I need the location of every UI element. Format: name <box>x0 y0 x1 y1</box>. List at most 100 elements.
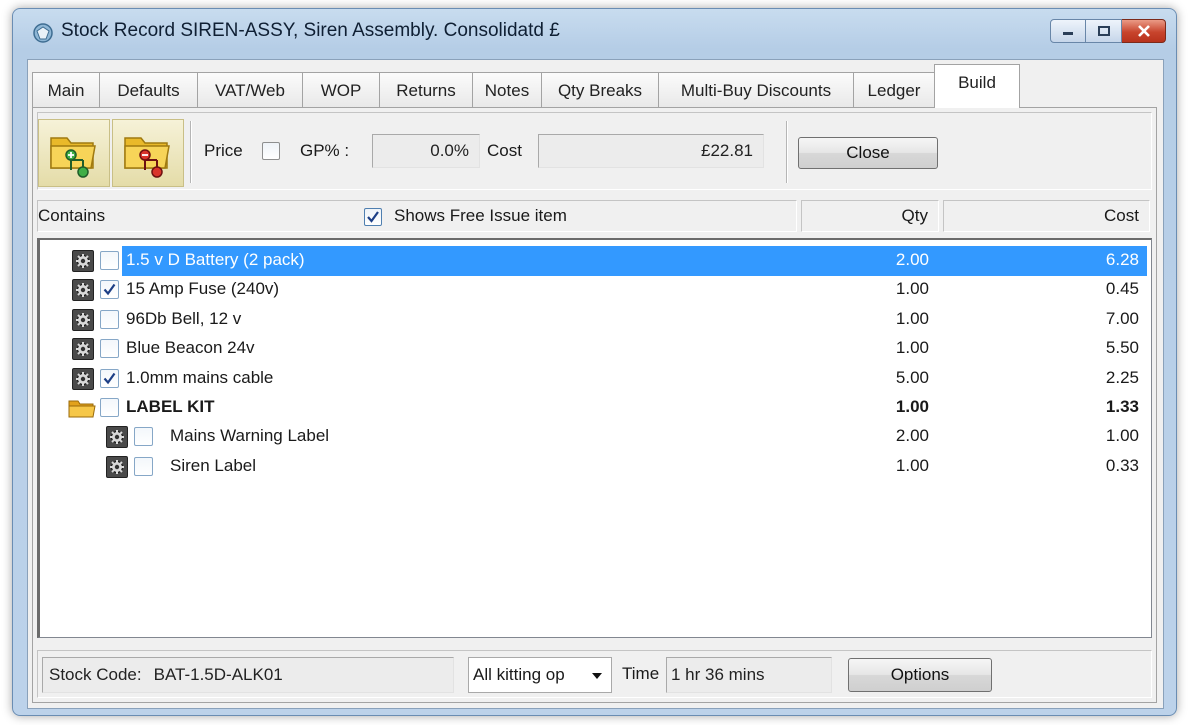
contains-header-label: Contains <box>38 206 106 225</box>
item-qty: 1.00 <box>895 308 929 328</box>
item-cost: 1.00 <box>1105 426 1139 446</box>
tree-row[interactable]: 1.0mm mains cable 5.00 2.25 <box>40 364 1151 394</box>
tab-label: Returns <box>396 80 456 100</box>
item-checkbox[interactable] <box>100 339 119 359</box>
item-cost: 5.50 <box>1105 338 1139 358</box>
gp-percent-value: 0.0% <box>430 141 469 160</box>
tab-label: WOP <box>320 80 362 100</box>
item-checkbox[interactable] <box>100 280 119 300</box>
tab-main[interactable]: Main <box>32 72 100 108</box>
checkmark-icon <box>103 372 116 384</box>
item-settings-button[interactable] <box>72 308 94 331</box>
item-settings-button[interactable] <box>72 338 94 361</box>
time-field: 1 hr 36 mins <box>666 657 832 693</box>
item-qty: 2.00 <box>895 426 929 446</box>
tab-label: Defaults <box>117 80 180 100</box>
kitting-select[interactable]: All kitting op <box>468 657 612 693</box>
tab-qty-breaks[interactable]: Qty Breaks <box>541 72 659 108</box>
tree-row[interactable]: Blue Beacon 24v 1.00 5.50 <box>40 334 1151 364</box>
gear-icon <box>110 459 124 474</box>
build-toolbar: Price GP% : 0.0% Cost £22.81 Close <box>37 112 1152 190</box>
stock-code-field: Stock Code: BAT-1.5D-ALK01 <box>42 657 454 693</box>
item-checkbox[interactable] <box>100 309 119 329</box>
status-bar: Stock Code: BAT-1.5D-ALK01 All kitting o… <box>37 650 1152 698</box>
restore-icon <box>1097 26 1110 36</box>
item-settings-button[interactable] <box>106 426 128 449</box>
tab-label: Qty Breaks <box>557 80 643 100</box>
kit-folder[interactable] <box>68 397 96 419</box>
cost-header-label: Cost <box>1104 206 1139 225</box>
contains-header: Contains Shows Free Issue item <box>37 200 797 232</box>
checkmark-icon <box>103 284 116 296</box>
tab-wop[interactable]: WOP <box>302 72 380 108</box>
item-name: 15 Amp Fuse (240v) <box>126 279 280 299</box>
gear-icon <box>76 283 90 298</box>
gp-percent-field: 0.0% <box>372 134 480 168</box>
item-settings-button[interactable] <box>72 279 94 302</box>
free-issue-checkbox[interactable] <box>364 208 382 226</box>
tab-ledger[interactable]: Ledger <box>853 72 935 108</box>
minimize-icon <box>1063 32 1073 35</box>
item-checkbox[interactable] <box>134 456 153 476</box>
item-name: 1.5 v D Battery (2 pack) <box>126 250 305 269</box>
gear-icon <box>76 254 90 268</box>
item-qty: 1.00 <box>895 455 929 475</box>
title-bar[interactable]: Stock Record SIREN-ASSY, Siren Assembly.… <box>13 9 1176 55</box>
item-qty: 5.00 <box>895 367 929 387</box>
close-icon <box>1137 25 1150 37</box>
tab-label: VAT/Web <box>215 80 285 100</box>
tab-defaults[interactable]: Defaults <box>99 72 198 108</box>
gear-icon <box>76 371 90 386</box>
item-checkbox[interactable] <box>100 251 119 270</box>
item-checkbox[interactable] <box>100 398 119 417</box>
item-settings-button[interactable] <box>72 367 94 390</box>
gp-percent-label: GP% : <box>300 141 350 160</box>
free-issue-label: Shows Free Issue item <box>394 206 567 225</box>
item-checkbox[interactable] <box>100 368 119 388</box>
cost-header[interactable]: Cost <box>943 200 1150 232</box>
item-cost: 1.33 <box>1105 397 1139 416</box>
item-cost: 2.25 <box>1105 367 1139 387</box>
app-icon <box>33 23 53 43</box>
item-checkbox[interactable] <box>134 427 153 447</box>
tab-vat-web[interactable]: VAT/Web <box>197 72 303 108</box>
window-client: Main Defaults VAT/Web WOP Returns Notes … <box>27 59 1164 709</box>
toolbar-separator <box>190 121 192 183</box>
window-controls <box>1050 19 1166 43</box>
tree-row[interactable]: 96Db Bell, 12 v 1.00 7.00 <box>40 305 1151 335</box>
close-button[interactable]: Close <box>798 137 938 169</box>
window-title: Stock Record SIREN-ASSY, Siren Assembly.… <box>61 20 560 41</box>
gear-icon <box>76 342 90 357</box>
tab-build[interactable]: Build <box>934 64 1020 108</box>
tab-returns[interactable]: Returns <box>379 72 473 108</box>
qty-header[interactable]: Qty <box>801 200 939 232</box>
qty-header-label: Qty <box>901 206 928 225</box>
close-window-button[interactable] <box>1122 19 1166 43</box>
kitting-select-value: All kitting op <box>473 665 565 684</box>
gear-icon <box>110 430 124 445</box>
tree-row-kit[interactable]: LABEL KIT 1.00 1.33 <box>40 393 1151 423</box>
tree-row[interactable]: Siren Label 1.00 0.33 <box>40 452 1151 482</box>
tab-notes[interactable]: Notes <box>472 72 542 108</box>
remove-component-button[interactable] <box>112 119 184 187</box>
tab-multi-buy-discounts[interactable]: Multi-Buy Discounts <box>658 72 854 108</box>
time-value: 1 hr 36 mins <box>671 665 765 684</box>
folder-remove-icon <box>124 137 170 178</box>
components-tree: 1.5 v D Battery (2 pack) 2.00 6.28 15 Amp F… <box>37 238 1152 638</box>
item-qty: 2.00 <box>895 250 929 269</box>
cost-field: £22.81 <box>538 134 764 168</box>
item-cost: 0.33 <box>1105 455 1139 475</box>
item-settings-button[interactable] <box>72 250 94 272</box>
tab-label: Main <box>47 80 85 100</box>
add-component-button[interactable] <box>38 119 110 187</box>
item-settings-button[interactable] <box>106 455 128 478</box>
options-button[interactable]: Options <box>848 658 992 692</box>
tree-row[interactable]: 1.5 v D Battery (2 pack) 2.00 6.28 <box>40 246 1151 276</box>
tree-row[interactable]: 15 Amp Fuse (240v) 1.00 0.45 <box>40 275 1151 305</box>
item-name: 96Db Bell, 12 v <box>126 308 242 328</box>
item-name: LABEL KIT <box>126 397 215 416</box>
minimize-button[interactable] <box>1050 19 1086 43</box>
maximize-button[interactable] <box>1086 19 1122 43</box>
tree-row[interactable]: Mains Warning Label 2.00 1.00 <box>40 422 1151 452</box>
price-checkbox[interactable] <box>262 142 280 160</box>
